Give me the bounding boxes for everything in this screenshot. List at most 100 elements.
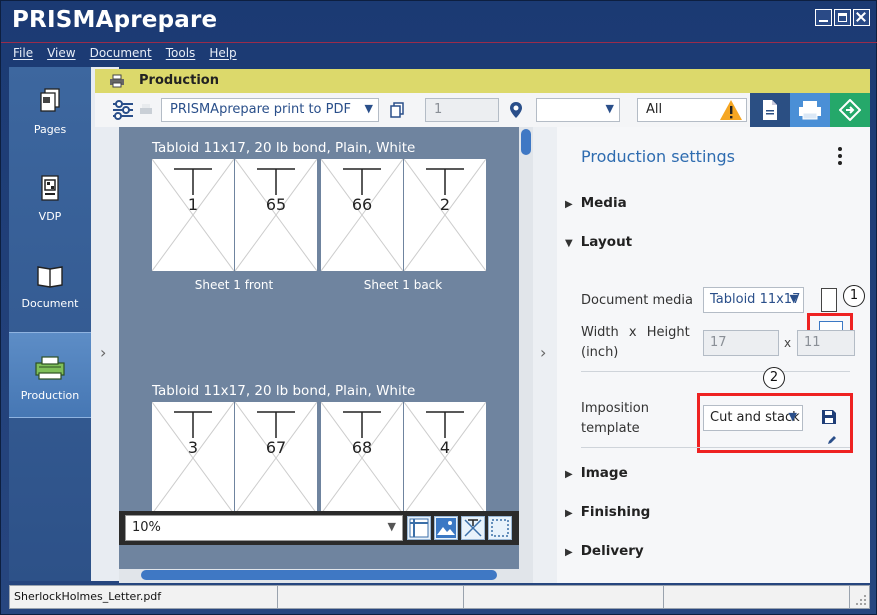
sheet-front-label: Sheet 1 front [194,278,274,292]
image-tool-button[interactable] [434,516,458,540]
page-number: 65 [265,195,287,214]
copies-input[interactable]: 1 [425,98,499,122]
location-select[interactable]: ▼ [536,98,620,122]
zoom-toolbar: 10% ▼ [119,511,519,545]
document-media-label: Document media [581,293,693,308]
app-window: PRISMAprepare File View Document Tools H… [0,0,877,615]
save-icon[interactable] [821,409,837,425]
status-file: SherlockHolmes_Letter.pdf [10,586,278,608]
title-bar: PRISMAprepare [1,1,877,41]
menu-bar: File View Document Tools Help [1,42,877,62]
imposition-label-line-2: template [581,421,640,436]
status-bar: SherlockHolmes_Letter.pdf [9,585,870,609]
minimize-button[interactable] [815,9,832,26]
section-label: Delivery [580,543,644,559]
edit-icon[interactable] [827,435,837,445]
document-action-button[interactable] [750,93,790,127]
document-icon [37,266,63,288]
preview-page[interactable]: 2 [404,159,486,271]
document-icon [763,100,777,120]
page-marks [321,402,403,514]
section-delivery[interactable]: ▶ Delivery [565,543,644,559]
settings-title: Production settings [581,147,736,166]
page-number: 66 [351,195,373,214]
imposition-template-select[interactable]: Cut and stack ▼ [703,405,803,431]
sidebar-expand-strip[interactable]: › [91,67,119,581]
crop-marks-tool-button[interactable] [461,516,485,540]
section-media[interactable]: ▶ Media [565,195,627,211]
preview-vertical-scrollbar[interactable] [519,127,533,569]
page-marks [404,402,486,514]
sidebar-item-production[interactable]: Production [9,332,91,418]
production-header: Production [95,69,870,93]
sidebar: Pages VDP Document Production [9,67,91,581]
scrollbar-thumb[interactable] [141,570,497,580]
chevron-down-icon: ▼ [605,102,614,115]
printer-select[interactable]: PRISMAprepare print to PDF ▼ [161,98,379,122]
menu-file[interactable]: File [13,46,33,60]
section-label: Image [580,465,628,481]
imposition-preview[interactable]: Tabloid 11x17, 20 lb bond, Plain, White … [119,127,519,569]
preview-horizontal-scrollbar[interactable] [119,569,533,583]
section-layout[interactable]: ▼ Layout [565,234,632,250]
sidebar-item-label: Document [21,297,79,310]
triangle-down-icon: ▼ [565,238,573,249]
status-cell [278,586,464,608]
menu-document[interactable]: Document [90,46,152,60]
height-input[interactable]: 11 [797,330,855,356]
selection-tool-button[interactable] [488,516,512,540]
preview-page[interactable]: 4 [404,402,486,514]
width-label: Width [581,325,619,340]
zoom-select[interactable]: 10% ▼ [125,515,403,541]
document-media-select[interactable]: Tabloid 11x17 ▼ [703,287,804,313]
section-image[interactable]: ▶ Image [565,465,628,481]
page-number: 68 [351,438,373,457]
sidebar-item-label: VDP [38,210,62,223]
image-icon [436,518,456,538]
print-button[interactable] [790,93,830,127]
section-finishing[interactable]: ▶ Finishing [565,504,650,520]
submit-job-button[interactable] [830,93,870,127]
imposition-template-value: Cut and stack [710,410,800,425]
scrollbar-thumb[interactable] [521,129,531,155]
warning-icon[interactable] [719,99,743,121]
portrait-orientation-button[interactable] [821,288,837,312]
sidebar-item-pages[interactable]: Pages [9,67,91,153]
menu-view[interactable]: View [47,46,75,60]
maximize-button[interactable] [834,9,851,26]
callout-2: 2 [763,367,785,389]
close-button[interactable] [853,9,870,26]
dimension-separator: x [784,336,792,350]
preview-page[interactable]: 66 [321,159,403,271]
chevron-right-icon[interactable]: › [100,343,106,362]
preview-page[interactable]: 65 [235,159,317,271]
preview-page[interactable]: 67 [235,402,317,514]
settings-expand-strip[interactable]: › [533,127,557,583]
chevron-right-icon[interactable]: › [540,343,546,362]
width-height-label: Width x Height (inch) [581,323,690,363]
preview-page[interactable]: 3 [152,402,234,514]
more-options-icon[interactable] [838,147,844,168]
sidebar-item-vdp[interactable]: VDP [9,154,91,240]
section-label: Finishing [580,504,651,520]
preview-page[interactable]: 68 [321,402,403,514]
page-marks [152,159,234,271]
preview-page[interactable]: 1 [152,159,234,271]
filter-value: All [646,102,663,117]
sidebar-item-label: Production [20,389,80,402]
vdp-icon [41,175,59,201]
status-cell [664,586,850,608]
page-number: 1 [187,195,199,214]
resize-grip-icon[interactable] [855,594,867,606]
page-marks [404,159,486,271]
width-input[interactable]: 17 [703,330,779,356]
menu-help[interactable]: Help [209,46,236,60]
menu-tools[interactable]: Tools [166,46,196,60]
printer-icon [110,74,124,88]
sidebar-item-document[interactable]: Document [9,241,91,327]
production-settings-panel: Production settings ▶ Media ▼ Layout Docum… [557,127,870,583]
page-number: 3 [187,438,199,457]
ruler-tool-button[interactable] [407,516,431,540]
sliders-icon[interactable] [111,99,135,121]
page-marks [321,159,403,271]
